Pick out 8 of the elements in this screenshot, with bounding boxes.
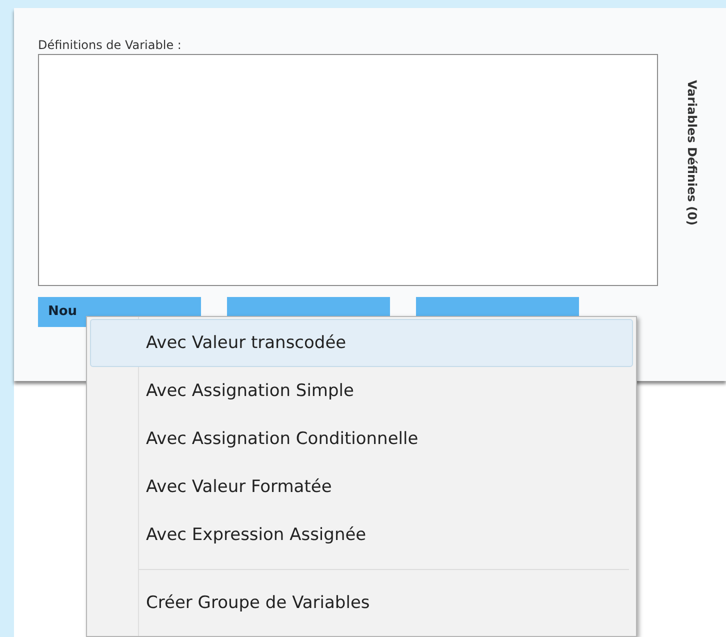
menu-item[interactable]: Créer Groupe de Variables (90, 559, 633, 627)
menu-item[interactable]: Avec Valeur Formatée (90, 463, 633, 511)
menu-item[interactable]: Avec Assignation Conditionnelle (90, 415, 633, 463)
menu-item[interactable]: Avec Expression Assignée (90, 511, 633, 559)
side-tab[interactable]: Variables Définies (0) (683, 80, 701, 226)
menu-item[interactable]: Avec Assignation Simple (90, 367, 633, 415)
definitions-label: Définitions de Variable : (38, 37, 182, 54)
menu-item[interactable]: Avec Valeur transcodée (90, 319, 633, 367)
